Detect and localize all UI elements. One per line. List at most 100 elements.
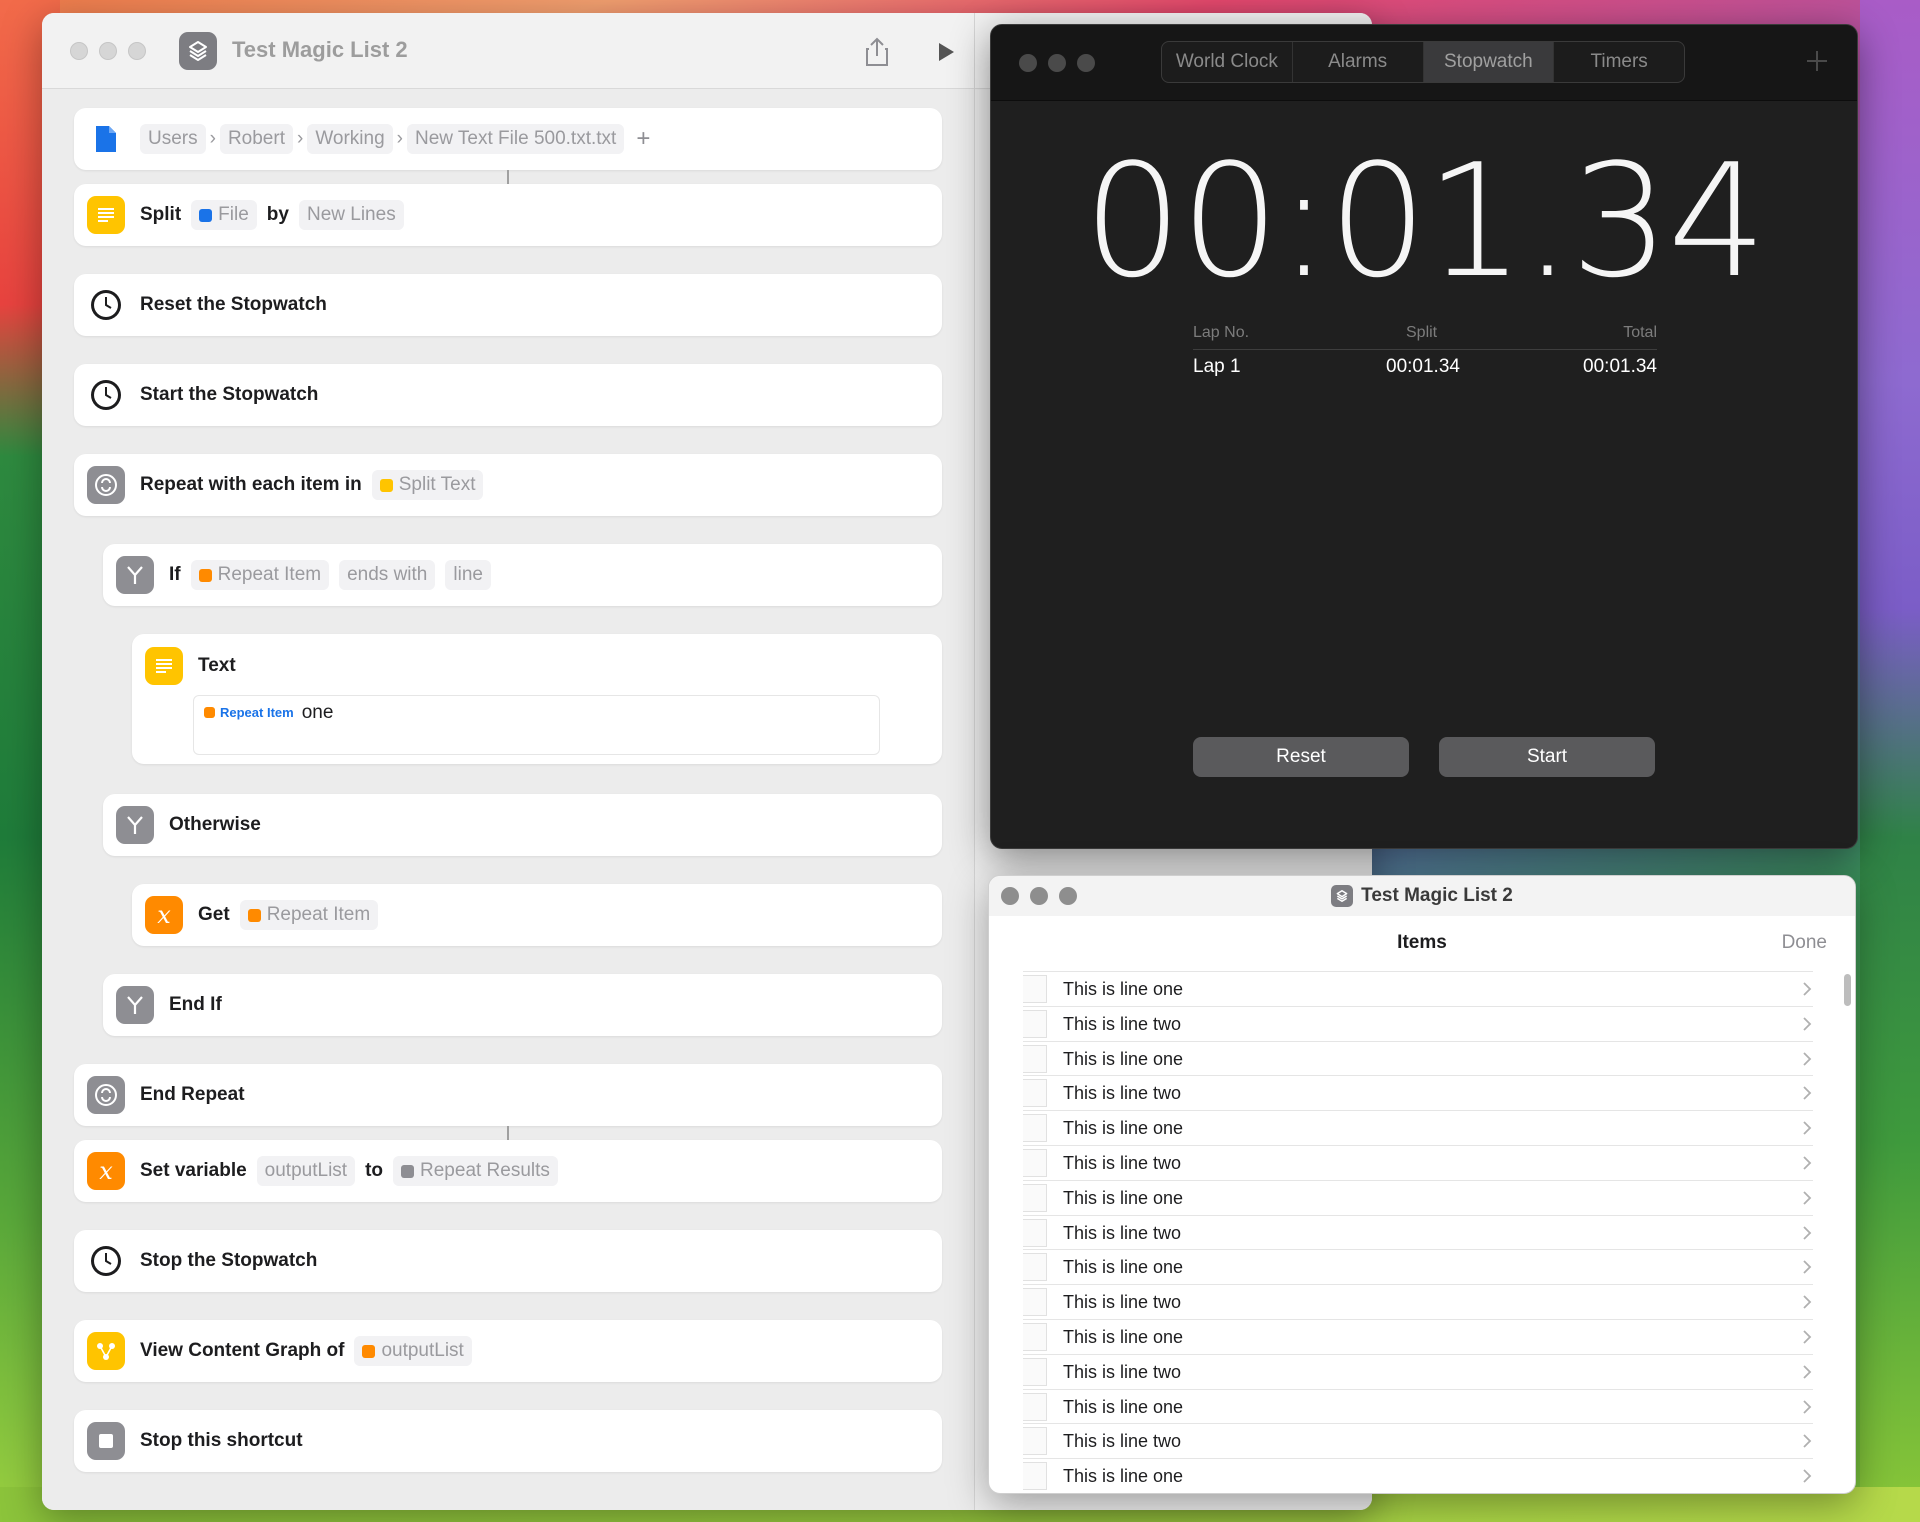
get-variable-action[interactable]: x Get Repeat Item — [132, 884, 942, 946]
path-segment[interactable]: New Text File 500.txt.txt — [406, 124, 625, 154]
end-if-action[interactable]: End If — [103, 974, 942, 1036]
list-item[interactable]: This is line two — [1023, 1144, 1813, 1180]
done-button[interactable]: Done — [1782, 932, 1827, 954]
minimize-button[interactable] — [99, 42, 117, 60]
zoom-button[interactable] — [1077, 54, 1095, 72]
item-label: This is line two — [1063, 1292, 1182, 1313]
text-icon — [145, 647, 183, 685]
list-item[interactable]: This is line one — [1023, 1179, 1813, 1215]
list-item[interactable]: This is line two — [1023, 1353, 1813, 1389]
clock-tabs: World Clock Alarms Stopwatch Timers — [1161, 41, 1685, 83]
document-icon — [1023, 1183, 1047, 1212]
item-label: This is line one — [1063, 1466, 1184, 1487]
chevron-right-icon — [1803, 1260, 1812, 1275]
document-icon — [1023, 1322, 1047, 1351]
list-item[interactable]: This is line one — [1023, 1249, 1813, 1284]
item-label: This is line two — [1063, 1083, 1182, 1104]
title-bar: World Clock Alarms Stopwatch Timers — [991, 25, 1857, 101]
end-repeat-action[interactable]: End Repeat — [74, 1064, 942, 1126]
reset-stopwatch-action[interactable]: Reset the Stopwatch — [74, 274, 942, 336]
stop-stopwatch-action[interactable]: Stop the Stopwatch — [74, 1230, 942, 1292]
repeat-item-token[interactable]: Repeat Item — [190, 560, 330, 590]
tab-alarms[interactable]: Alarms — [1293, 42, 1424, 82]
text-field[interactable]: Repeat Item one — [193, 695, 880, 755]
action-label: Otherwise — [169, 814, 261, 835]
add-icon[interactable] — [1803, 47, 1831, 75]
view-content-graph-action[interactable]: View Content Graph of outputList — [74, 1320, 942, 1382]
start-stopwatch-action[interactable]: Start the Stopwatch — [74, 364, 942, 426]
list-item[interactable]: This is line one — [1023, 1388, 1813, 1424]
stopwatch-time: 00:01.34 — [1083, 130, 1767, 312]
wallpaper — [1860, 0, 1920, 1522]
repeat-item-token[interactable]: Repeat Item — [204, 705, 294, 720]
window-title: Test Magic List 2 — [989, 876, 1855, 916]
minimize-button[interactable] — [1048, 54, 1066, 72]
close-button[interactable] — [1019, 54, 1037, 72]
token-label: Split Text — [398, 474, 476, 495]
zoom-button[interactable] — [128, 42, 146, 60]
lap-table-header: Lap No. Split Total — [1193, 320, 1657, 350]
window-title-text: Test Magic List 2 — [1361, 885, 1513, 906]
list-item[interactable]: This is line one — [1023, 1318, 1813, 1354]
chevron-right-icon — [1803, 982, 1812, 996]
token-label: Repeat Results — [420, 1160, 550, 1181]
item-label: This is line one — [1063, 1257, 1184, 1278]
close-button[interactable] — [1001, 887, 1019, 905]
variable-name-field[interactable]: outputList — [256, 1156, 356, 1186]
output-list-token[interactable]: outputList — [354, 1336, 472, 1366]
path-segment[interactable]: Working — [307, 124, 393, 154]
text-icon — [379, 478, 393, 492]
zoom-button[interactable] — [1059, 887, 1077, 905]
repeat-results-token[interactable]: Repeat Results — [393, 1156, 558, 1186]
if-action[interactable]: If Repeat Item ends with line — [103, 544, 942, 606]
document-icon — [1023, 1218, 1047, 1247]
scrollbar[interactable] — [1844, 974, 1851, 1006]
path-segment[interactable]: Robert — [219, 124, 293, 154]
list-item[interactable]: This is line one — [1023, 1040, 1813, 1076]
list-item[interactable]: This is line one — [1023, 1458, 1813, 1493]
split-text-action[interactable]: Split File by New Lines — [74, 184, 942, 246]
item-label: This is line one — [1063, 1396, 1184, 1417]
file-path-action[interactable]: Users › Robert › Working › New Text File… — [74, 108, 942, 170]
item-label: This is line two — [1063, 1431, 1182, 1452]
minimize-button[interactable] — [1030, 887, 1048, 905]
chevron-right-icon — [1803, 1295, 1812, 1309]
item-label: This is line two — [1063, 1361, 1182, 1382]
condition-value[interactable]: line — [445, 560, 491, 590]
repeat-each-action[interactable]: Repeat with each item in Split Text — [74, 454, 942, 516]
file-variable-token[interactable]: File — [191, 200, 257, 230]
list-item[interactable]: This is line two — [1023, 1005, 1813, 1041]
token-label: Repeat Item — [220, 705, 294, 720]
set-variable-action[interactable]: x Set variable outputList to Repeat Resu… — [74, 1140, 942, 1202]
list-item[interactable]: This is line one — [1023, 971, 1813, 1006]
action-label: Repeat with each item in — [140, 474, 362, 495]
result-window: Test Magic List 2 Items Done This is lin… — [988, 875, 1856, 1494]
reset-button[interactable]: Reset — [1193, 737, 1409, 777]
list-item[interactable]: This is line two — [1023, 1214, 1813, 1250]
start-button[interactable]: Start — [1439, 737, 1655, 777]
list-item[interactable]: This is line two — [1023, 1075, 1813, 1110]
column-header-split: Split — [1406, 324, 1438, 341]
list-item[interactable]: This is line one — [1023, 1110, 1813, 1145]
list-item[interactable]: This is line two — [1023, 1284, 1813, 1319]
repeat-item-token[interactable]: Repeat Item — [239, 900, 379, 930]
add-icon[interactable]: + — [636, 125, 650, 153]
tab-timers[interactable]: Timers — [1554, 42, 1684, 82]
condition-parameter[interactable]: ends with — [339, 560, 436, 590]
text-action[interactable]: Text Repeat Item one — [132, 634, 942, 764]
share-icon[interactable] — [860, 35, 894, 69]
tab-world-clock[interactable]: World Clock — [1162, 42, 1293, 82]
path-segment[interactable]: Users — [140, 124, 206, 154]
stop-shortcut-action[interactable]: Stop this shortcut — [74, 1410, 942, 1472]
document-icon — [1023, 1427, 1047, 1456]
window-controls — [70, 42, 146, 60]
branch-icon — [116, 986, 154, 1024]
tab-stopwatch[interactable]: Stopwatch — [1423, 42, 1555, 82]
separator-parameter[interactable]: New Lines — [298, 200, 404, 230]
play-icon[interactable] — [930, 37, 960, 67]
list-header: Items Done — [989, 916, 1855, 972]
split-text-token[interactable]: Split Text — [371, 470, 484, 500]
close-button[interactable] — [70, 42, 88, 60]
list-item[interactable]: This is line two — [1023, 1423, 1813, 1458]
otherwise-action[interactable]: Otherwise — [103, 794, 942, 856]
